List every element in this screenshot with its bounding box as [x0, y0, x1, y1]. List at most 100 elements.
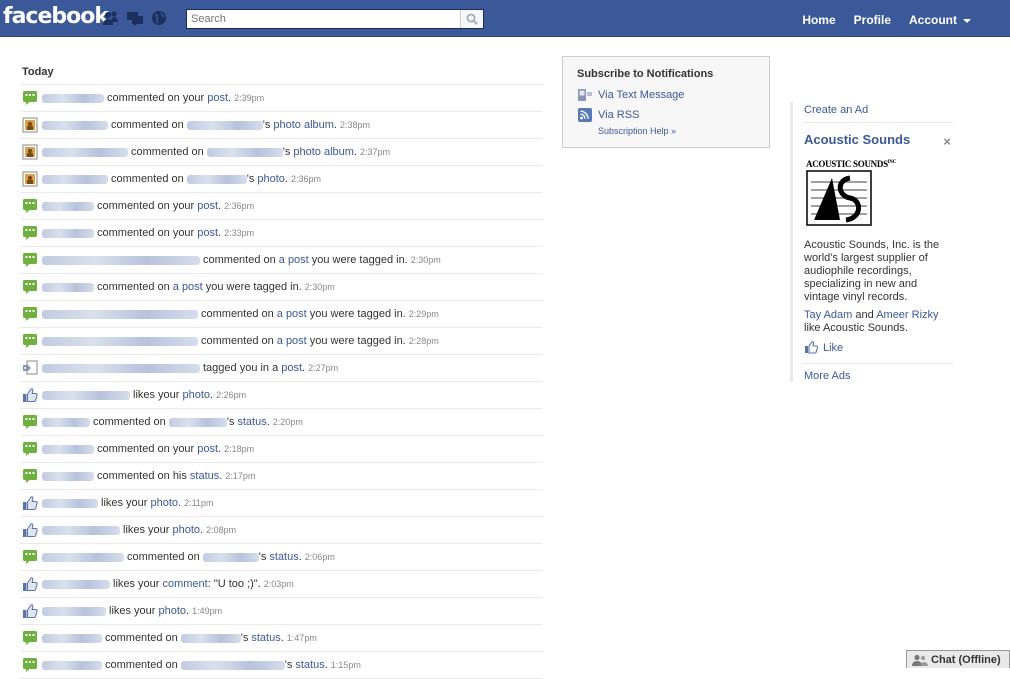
- redacted-actor-name[interactable]: [42, 606, 106, 616]
- notification-row[interactable]: commented on 's status. 2:20pm: [20, 409, 543, 436]
- notification-link[interactable]: photo: [257, 173, 285, 185]
- ad-title[interactable]: Acoustic Sounds: [804, 132, 910, 147]
- redacted-owner-name[interactable]: [186, 120, 263, 130]
- notification-link[interactable]: post: [281, 362, 302, 374]
- notification-row[interactable]: likes your photo. 2:26pm: [20, 382, 543, 409]
- notification-link[interactable]: photo: [182, 389, 210, 401]
- notification-link[interactable]: status: [251, 632, 280, 644]
- notification-row[interactable]: likes your photo. 2:08pm: [20, 517, 543, 544]
- notification-link[interactable]: post: [197, 443, 218, 455]
- notification-row[interactable]: commented on 's photo album. 2:38pm: [20, 112, 543, 139]
- redacted-actor-name[interactable]: [42, 633, 102, 643]
- notification-link[interactable]: photo: [150, 497, 178, 509]
- notification-link[interactable]: status: [237, 416, 266, 428]
- notifications-globe-icon[interactable]: [150, 10, 168, 26]
- nav-home[interactable]: Home: [793, 0, 844, 36]
- ad-like-button[interactable]: Like: [804, 341, 843, 354]
- redacted-actor-name[interactable]: [42, 228, 94, 238]
- notification-row[interactable]: commented on your post. 2:33pm: [20, 220, 543, 247]
- notification-link[interactable]: a post: [277, 308, 307, 320]
- redacted-actor-name[interactable]: [42, 579, 110, 589]
- redacted-actor-name[interactable]: [42, 309, 198, 319]
- redacted-actor-name[interactable]: [42, 174, 108, 184]
- friend-requests-icon[interactable]: [102, 10, 120, 26]
- redacted-actor-name[interactable]: [42, 660, 102, 670]
- notification-row[interactable]: commented on 's status. 1:47pm: [20, 625, 543, 652]
- redacted-owner-name[interactable]: [180, 660, 285, 670]
- more-ads-link[interactable]: More Ads: [804, 370, 850, 382]
- like-icon: [22, 603, 38, 619]
- close-ad-icon[interactable]: ×: [943, 134, 951, 149]
- notification-text: .: [200, 524, 204, 536]
- redacted-actor-name[interactable]: [42, 363, 200, 373]
- notification-row[interactable]: commented on your post. 2:36pm: [20, 193, 543, 220]
- search-input[interactable]: [187, 10, 465, 28]
- notification-row[interactable]: commented on your post. 2:39pm: [20, 85, 543, 112]
- notification-link[interactable]: a post: [173, 281, 203, 293]
- notification-link[interactable]: photo album: [293, 146, 354, 158]
- notification-row[interactable]: commented on 's photo. 2:36pm: [20, 166, 543, 193]
- comment-icon: [22, 306, 38, 322]
- notification-link[interactable]: post: [197, 200, 218, 212]
- notification-row[interactable]: likes your comment: "U too ;)". 2:03pm: [20, 571, 543, 598]
- via-rss-link[interactable]: Via RSS: [598, 109, 639, 121]
- notification-row[interactable]: commented on a post you were tagged in. 2:2…: [20, 301, 543, 328]
- notification-row[interactable]: commented on a post you were tagged in. 2:3…: [20, 247, 543, 274]
- notification-link[interactable]: post: [197, 227, 218, 239]
- chat-bar[interactable]: Chat (Offline): [906, 650, 1010, 668]
- notification-time: 2:30pm: [304, 282, 335, 292]
- redacted-actor-name[interactable]: [42, 147, 128, 157]
- redacted-actor-name[interactable]: [42, 552, 124, 562]
- redacted-owner-name[interactable]: [206, 147, 283, 157]
- notification-text: commented on: [111, 173, 184, 185]
- redacted-actor-name[interactable]: [42, 93, 104, 103]
- notification-row[interactable]: commented on a post you were tagged in. 2:2…: [20, 328, 543, 355]
- redacted-actor-name[interactable]: [42, 282, 94, 292]
- redacted-actor-name[interactable]: [42, 498, 98, 508]
- redacted-owner-name[interactable]: [180, 633, 241, 643]
- notification-row[interactable]: tagged you in a post. 2:27pm: [20, 355, 543, 382]
- redacted-actor-name[interactable]: [42, 201, 94, 211]
- redacted-actor-name[interactable]: [42, 120, 108, 130]
- notification-link[interactable]: status: [190, 470, 219, 482]
- nav-profile[interactable]: Profile: [845, 0, 900, 36]
- notification-link[interactable]: photo: [172, 524, 200, 536]
- notification-link[interactable]: post: [207, 92, 228, 104]
- messages-icon[interactable]: [126, 10, 144, 26]
- notification-link[interactable]: status: [269, 551, 298, 563]
- notification-row[interactable]: commented on 's status. 2:06pm: [20, 544, 543, 571]
- notification-link[interactable]: photo: [158, 605, 186, 617]
- redacted-actor-name[interactable]: [42, 471, 94, 481]
- notification-row[interactable]: commented on a post you were tagged in. 2:3…: [20, 274, 543, 301]
- create-ad-link[interactable]: Create an Ad: [804, 104, 868, 116]
- notification-time: 2:38pm: [339, 120, 371, 130]
- notification-row[interactable]: likes your photo. 1:49pm: [20, 598, 543, 625]
- redacted-actor-name[interactable]: [42, 255, 200, 265]
- redacted-owner-name[interactable]: [168, 417, 227, 427]
- redacted-actor-name[interactable]: [42, 525, 120, 535]
- notification-row[interactable]: commented on 's status. 1:15pm: [20, 652, 543, 679]
- nav-account[interactable]: Account: [900, 0, 980, 36]
- redacted-owner-name[interactable]: [202, 552, 259, 562]
- redacted-actor-name[interactable]: [42, 444, 94, 454]
- notification-row[interactable]: likes your photo. 2:11pm: [20, 490, 543, 517]
- facebook-logo[interactable]: facebook: [3, 4, 109, 30]
- subscription-help-link[interactable]: Subscription Help »: [598, 126, 676, 136]
- notification-link[interactable]: photo album: [273, 119, 334, 131]
- notification-row[interactable]: commented on 's photo album. 2:37pm: [20, 139, 543, 166]
- notification-row[interactable]: commented on his status. 2:17pm: [20, 463, 543, 490]
- notification-link[interactable]: status: [295, 659, 324, 671]
- redacted-actor-name[interactable]: [42, 336, 198, 346]
- acoustic-sounds-logo[interactable]: ACOUSTIC SOUNDSINC: [806, 159, 896, 226]
- notification-link[interactable]: comment: [162, 578, 207, 590]
- notification-link[interactable]: a post: [279, 254, 309, 266]
- redacted-actor-name[interactable]: [42, 417, 90, 427]
- redacted-actor-name[interactable]: [42, 390, 130, 400]
- search-button[interactable]: [460, 10, 483, 28]
- notification-link[interactable]: a post: [277, 335, 307, 347]
- via-text-message-link[interactable]: Via Text Message: [598, 89, 684, 101]
- notification-row[interactable]: commented on your post. 2:18pm: [20, 436, 543, 463]
- ad-friend-1[interactable]: Tay Adam: [804, 309, 852, 321]
- ad-friend-2[interactable]: Ameer Rizky: [876, 309, 938, 321]
- redacted-owner-name[interactable]: [186, 174, 247, 184]
